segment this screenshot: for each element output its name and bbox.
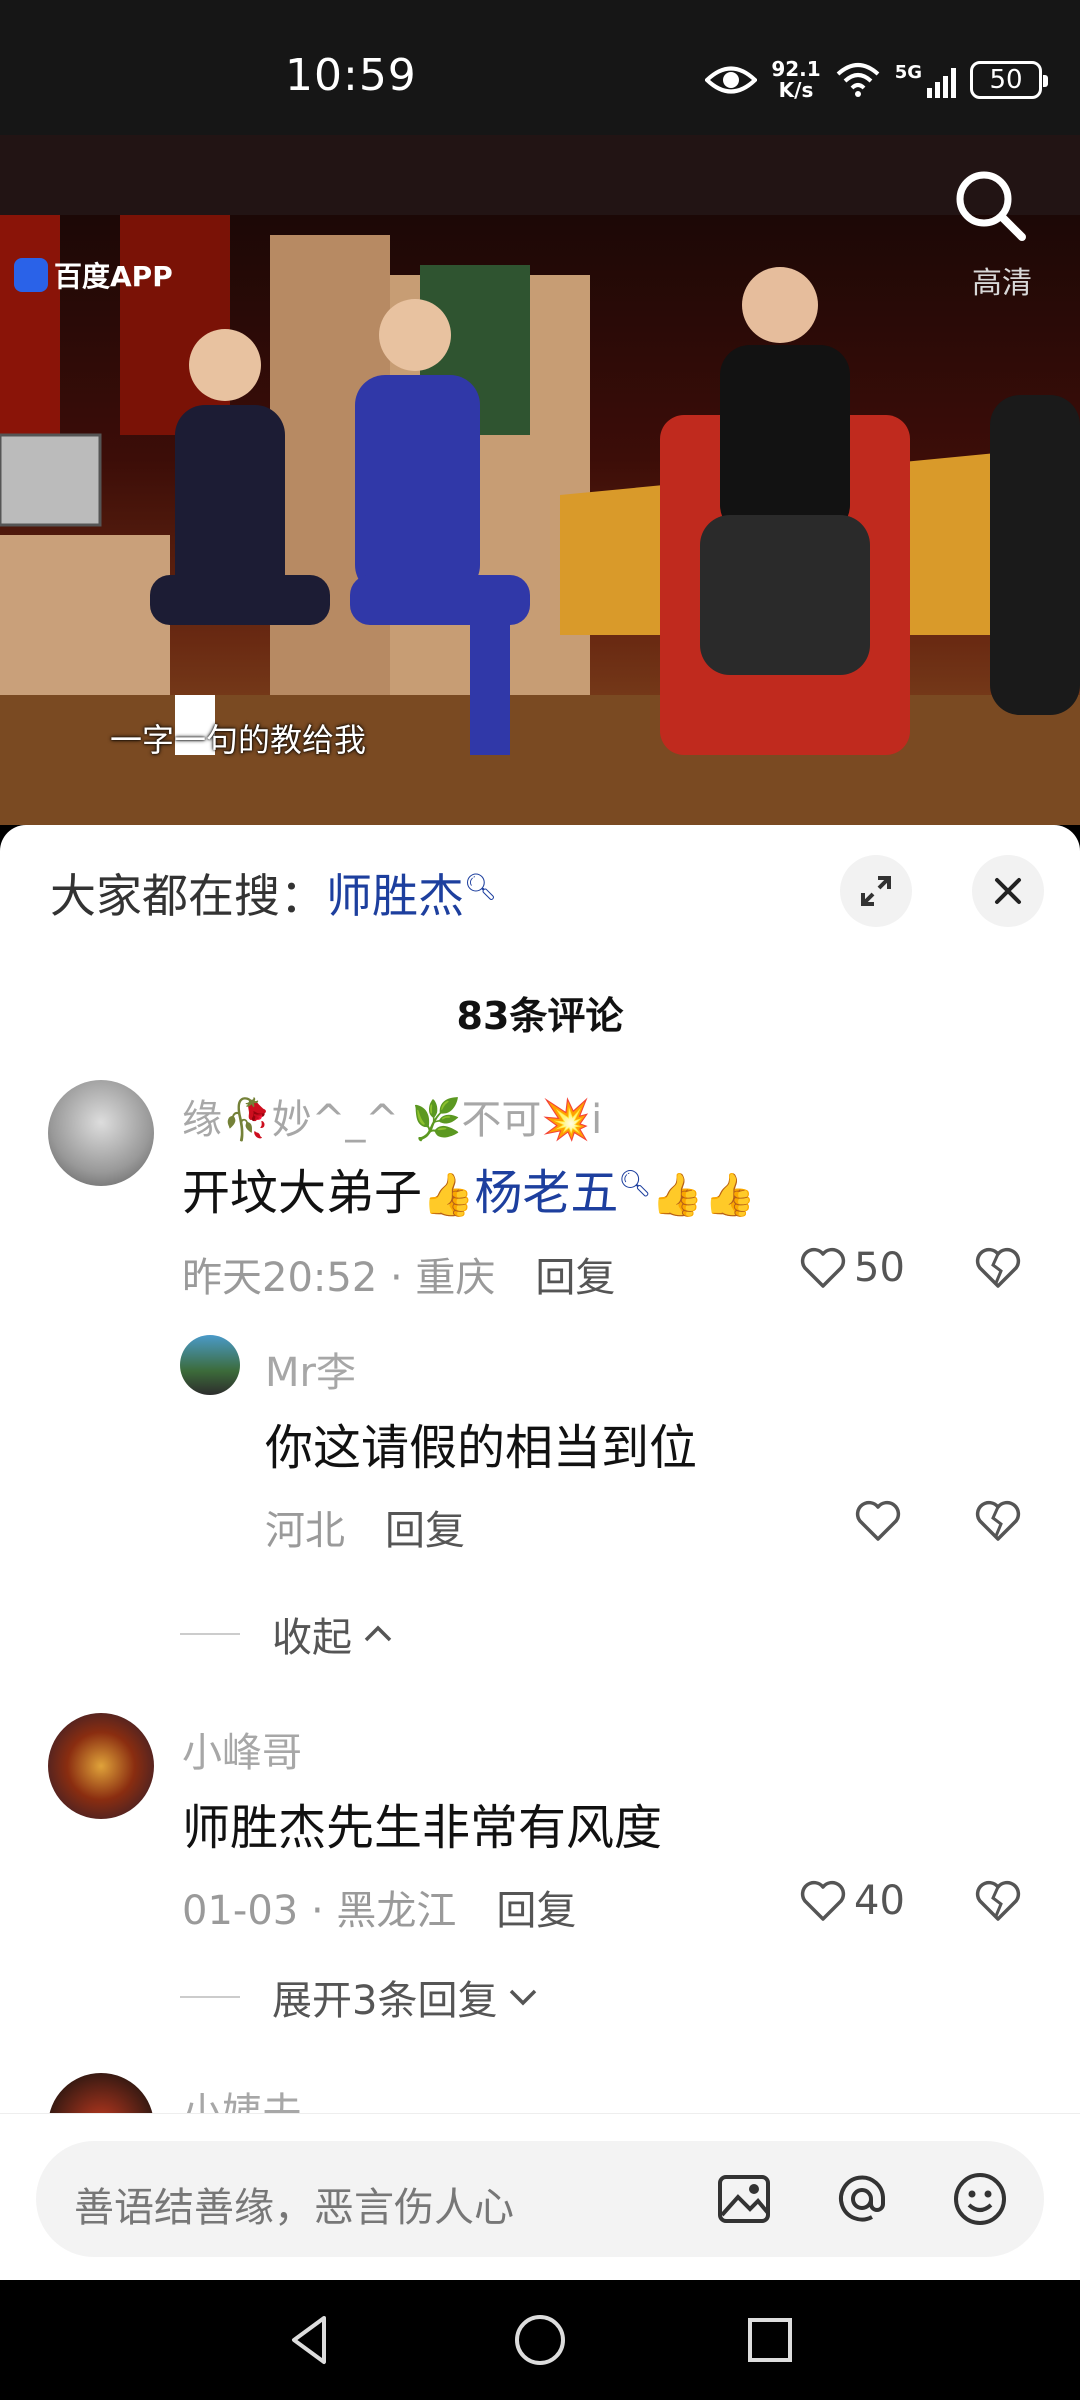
video-subtitle: 一字一句的教给我 (110, 721, 367, 759)
comment-text-main: 开坟大弟子 (182, 1165, 423, 1221)
broken-heart-icon[interactable] (975, 1247, 1021, 1289)
network-speed-unit: K/s (778, 78, 814, 102)
status-icons: 92.1 K/s 5G 50 (705, 50, 1048, 110)
reply-meta: 河北 回复 (265, 1498, 465, 1556)
eye-icon (705, 66, 758, 94)
heart-icon[interactable] (855, 1500, 901, 1542)
expand-button[interactable] (840, 855, 912, 927)
reply-location: 河北 (265, 1508, 345, 1554)
baidu-paw-icon (14, 258, 48, 292)
comment-text: 师胜杰先生非常有风度 (182, 1800, 663, 1856)
reply-button[interactable]: 回复 (535, 1255, 615, 1301)
reply-text: 你这请假的相当到位 (265, 1420, 698, 1476)
hot-search-prefix: 大家都在搜： (50, 869, 326, 923)
broken-heart-icon[interactable] (975, 1880, 1021, 1922)
comment-search-link[interactable]: 杨老五 (474, 1165, 618, 1221)
mini-search-icon: 🔍︎ (618, 1169, 652, 1199)
comment-username[interactable]: 小峰哥 (182, 1720, 302, 1778)
network-speed-value: 92.1 (771, 57, 821, 81)
broken-heart-icon[interactable] (975, 1500, 1021, 1542)
comment-meta: 01-03 · 黑龙江 回复 (182, 1878, 576, 1936)
signal-icon: 5G (895, 62, 956, 98)
comment-username[interactable]: 缘🥀妙^_^ 🌿不可💥i (182, 1087, 602, 1145)
video-top-bar (0, 135, 1080, 215)
avatar[interactable] (48, 1080, 154, 1186)
like-count: 40 (854, 1878, 905, 1924)
back-icon[interactable] (280, 2310, 340, 2370)
expand-replies-button[interactable]: 展开3条回复 (180, 1968, 541, 2026)
search-icon[interactable] (950, 165, 1030, 245)
comment-input[interactable]: 善语结善缘，恶言伤人心 (36, 2141, 1044, 2257)
divider (180, 1996, 240, 1998)
collapse-replies-button[interactable]: 收起 (180, 1605, 396, 1663)
thumbs-up-emoji: 👍 (422, 1170, 475, 1219)
video-player[interactable]: 百度APP 一字一句的教给我 (0, 215, 1080, 825)
network-type: 5G (894, 62, 922, 83)
comment-input-placeholder: 善语结善缘，恶言伤人心 (74, 2185, 514, 2231)
like-button[interactable]: 40 (800, 1878, 905, 1924)
close-button[interactable] (972, 855, 1044, 927)
home-icon[interactable] (510, 2310, 570, 2370)
chevron-down-icon (510, 1989, 537, 2006)
comment-meta: 昨天20:52 · 重庆 回复 (182, 1245, 615, 1303)
recent-apps-icon[interactable] (740, 2310, 800, 2370)
expand-label: 展开3条回复 (272, 1978, 498, 2024)
chevron-up-icon (364, 1625, 392, 1642)
avatar[interactable] (48, 1713, 154, 1819)
divider (180, 1633, 240, 1635)
comment-input-bar: 善语结善缘，恶言伤人心 (0, 2113, 1080, 2280)
collapse-label: 收起 (272, 1615, 352, 1661)
heart-icon (800, 1880, 846, 1921)
reply-username[interactable]: Mr李 (265, 1340, 356, 1398)
comment-count: 83条评论 (456, 994, 624, 1038)
like-count: 50 (854, 1245, 905, 1291)
reply-button[interactable]: 回复 (385, 1508, 465, 1554)
hot-search-keyword[interactable]: 师胜杰 (326, 869, 464, 923)
image-icon[interactable] (714, 2169, 774, 2229)
status-bar: 10:59 92.1 K/s 5G 50 (0, 0, 1080, 135)
battery-level: 50 (989, 65, 1023, 95)
emoji-icon[interactable] (950, 2169, 1010, 2229)
at-mention-icon[interactable] (832, 2169, 892, 2229)
system-nav-bar (0, 2280, 1080, 2400)
mini-search-icon: 🔍︎ (464, 872, 498, 903)
app-logo: 百度APP (14, 255, 173, 295)
thumbs-up-emoji: 👍👍 (651, 1170, 756, 1219)
comment-time-location: 昨天20:52 · 重庆 (182, 1255, 496, 1301)
comment-text: 开坟大弟子👍杨老五🔍︎👍👍 (182, 1153, 756, 1223)
heart-icon (800, 1247, 846, 1288)
reply-button[interactable]: 回复 (496, 1888, 576, 1934)
like-button[interactable]: 50 (800, 1245, 905, 1291)
close-icon (995, 878, 1021, 904)
expand-icon (861, 876, 891, 906)
hot-search[interactable]: 大家都在搜：师胜杰🔍︎ (50, 860, 497, 926)
battery-indicator: 50 (970, 61, 1048, 99)
hd-quality-button[interactable]: 高清 (972, 258, 1032, 302)
wifi-icon (836, 63, 880, 97)
comment-sheet: 大家都在搜：师胜杰🔍︎ 83条评论 缘🥀妙^_^ 🌿不可💥i 开坟大弟子👍杨老五… (0, 825, 1080, 2280)
network-speed: 92.1 K/s (771, 59, 820, 101)
comment-time-location: 01-03 · 黑龙江 (182, 1888, 457, 1934)
app-logo-text: 百度APP (54, 260, 173, 293)
status-time: 10:59 (285, 50, 417, 101)
avatar[interactable] (180, 1335, 240, 1395)
